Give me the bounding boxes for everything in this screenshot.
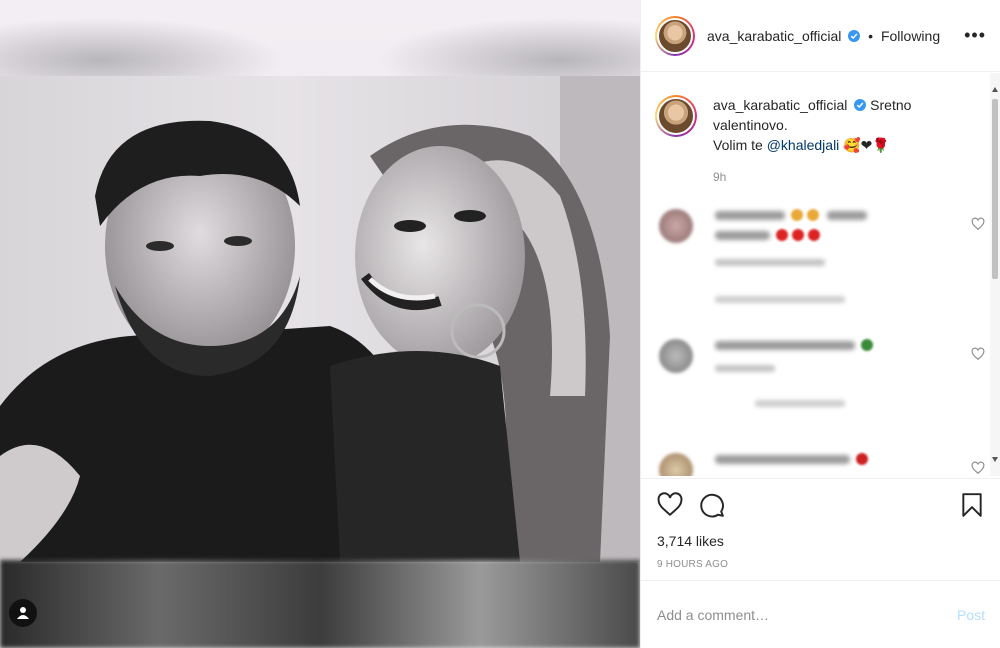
caption-username[interactable]: ava_karabatic_official: [713, 97, 847, 113]
author-avatar[interactable]: [655, 15, 695, 56]
comment-composer: Add a comment… Post: [641, 580, 1000, 648]
caption-timestamp[interactable]: 9h: [713, 167, 955, 187]
verified-badge-icon: [848, 29, 861, 42]
post-caption: ava_karabatic_official Sretno valentinov…: [655, 95, 955, 187]
comment-avatar[interactable]: [659, 339, 693, 373]
scroll-thumb[interactable]: [992, 99, 998, 279]
author-username[interactable]: ava_karabatic_official: [707, 28, 841, 44]
like-comment-heart-icon[interactable]: [971, 461, 985, 475]
add-comment-input[interactable]: Add a comment…: [657, 607, 957, 623]
scroll-up-arrow-icon[interactable]: [992, 87, 998, 92]
bookmark-icon[interactable]: [959, 492, 985, 518]
instagram-post-modal: ava_karabatic_official • Following ••• a…: [0, 0, 1000, 648]
photo-illustration: [0, 76, 640, 562]
caption-text-line2: Volim te: [713, 137, 767, 153]
like-comment-heart-icon[interactable]: [971, 217, 985, 231]
like-comment-heart-icon[interactable]: [971, 347, 985, 361]
caption-mention-link[interactable]: @khaledjali: [767, 137, 840, 153]
post-photo[interactable]: [0, 0, 640, 648]
tagged-users-button[interactable]: [9, 599, 37, 627]
photo-content: [0, 76, 640, 562]
post-header: ava_karabatic_official • Following •••: [641, 0, 1000, 72]
post-details-panel: ava_karabatic_official • Following ••• a…: [640, 0, 1000, 648]
comment-avatar[interactable]: [659, 453, 693, 476]
caption-emojis: 🥰❤🌹: [843, 137, 890, 153]
scroll-down-arrow-icon[interactable]: [992, 457, 998, 462]
comment-bubble-icon[interactable]: [699, 492, 725, 518]
post-timestamp[interactable]: 9 HOURS AGO: [657, 559, 985, 570]
following-button[interactable]: Following: [881, 28, 940, 44]
post-comment-button[interactable]: Post: [957, 607, 985, 623]
comments-scrollbar[interactable]: [990, 73, 1000, 476]
comment-item: [659, 209, 985, 303]
like-heart-icon[interactable]: [657, 492, 683, 518]
more-options-button[interactable]: •••: [964, 25, 986, 46]
comment-item: [659, 453, 985, 476]
comment-item: [659, 339, 985, 407]
user-icon: [17, 607, 29, 619]
comment-avatar[interactable]: [659, 209, 693, 243]
comments-list[interactable]: ava_karabatic_official Sretno valentinov…: [641, 73, 999, 476]
verified-badge-icon: [854, 99, 867, 111]
caption-avatar[interactable]: [655, 95, 697, 137]
post-actions: 3,714 likes 9 HOURS AGO: [641, 478, 1000, 580]
likes-count[interactable]: 3,714 likes: [657, 533, 985, 549]
